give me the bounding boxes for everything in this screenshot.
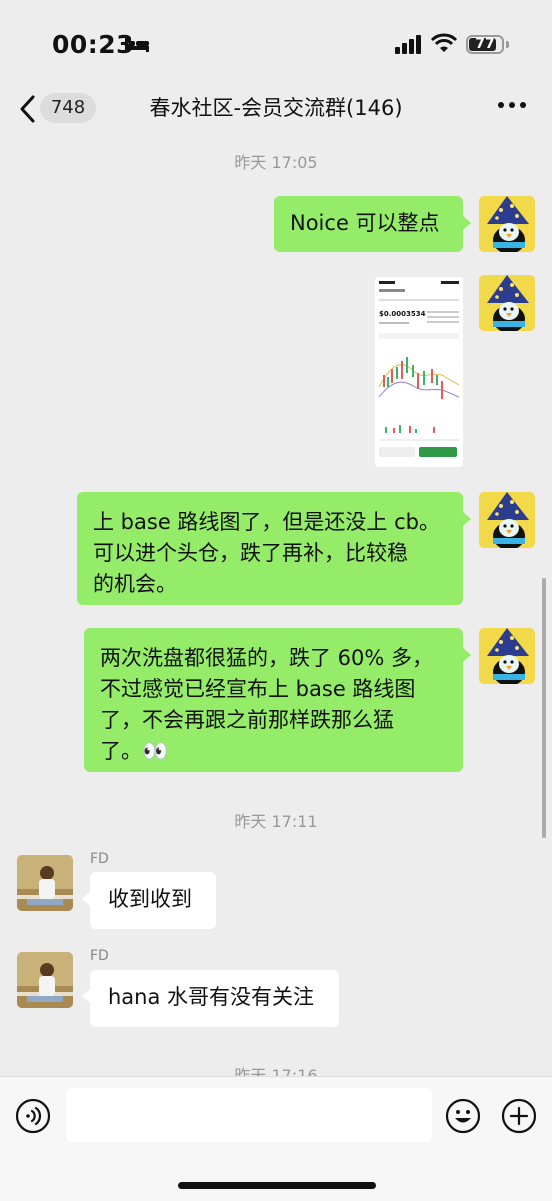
wizard-penguin-avatar-icon: [479, 492, 535, 548]
status-time: 00:23: [52, 30, 135, 59]
person-photo-avatar-icon: [17, 855, 73, 911]
home-indicator[interactable]: [178, 1182, 376, 1189]
screenshot-price-text: $0.0003534: [379, 310, 426, 318]
battery-level: 77: [475, 36, 495, 52]
avatar[interactable]: [17, 855, 73, 911]
back-chevron-icon[interactable]: [18, 94, 38, 124]
message-bubble-outgoing[interactable]: 两次洗盘都很猛的，跌了 60% 多， 不过感觉已经宣布上 base 路线图 了，…: [84, 628, 463, 772]
timestamp: 昨天 17:16: [234, 1066, 318, 1076]
shared-screenshot-image[interactable]: $0.0003534: [375, 277, 463, 467]
price-chart-thumbnail: [375, 277, 463, 467]
message-bubble-outgoing[interactable]: 上 base 路线图了，但是还没上 cb。 可以进个头仓，跌了再补，比较稳 的机…: [77, 492, 463, 605]
sleep-focus-icon: [125, 36, 149, 52]
avatar[interactable]: [479, 196, 535, 252]
unread-count-badge[interactable]: 748: [40, 93, 96, 123]
wizard-penguin-avatar-icon: [479, 275, 535, 331]
avatar[interactable]: [17, 952, 73, 1008]
wifi-icon: [431, 33, 457, 52]
sender-name: FD: [90, 851, 109, 867]
avatar[interactable]: [479, 628, 535, 684]
chat-header: 748 春水社区-会员交流群(146): [0, 84, 552, 134]
page-title: 春水社区-会员交流群(146): [149, 96, 403, 120]
message-input[interactable]: [66, 1088, 432, 1142]
more-icon[interactable]: [497, 100, 527, 110]
wizard-penguin-avatar-icon: [479, 196, 535, 252]
scrollbar[interactable]: [542, 578, 546, 838]
message-list[interactable]: 昨天 17:05 Noice 可以整点 $0.0003534 上 base 路线…: [0, 134, 552, 1076]
message-bubble-incoming[interactable]: hana 水哥有没有关注: [90, 970, 339, 1027]
message-bubble-outgoing[interactable]: Noice 可以整点: [274, 196, 463, 252]
status-bar: 00:23 77: [0, 0, 552, 90]
emoji-icon[interactable]: [445, 1098, 481, 1134]
avatar[interactable]: [479, 492, 535, 548]
battery-indicator: 77: [466, 35, 504, 54]
avatar[interactable]: [479, 275, 535, 331]
message-bubble-incoming[interactable]: 收到收到: [90, 872, 216, 929]
sender-name: FD: [90, 948, 109, 964]
plus-icon[interactable]: [501, 1098, 537, 1134]
wizard-penguin-avatar-icon: [479, 628, 535, 684]
person-photo-avatar-icon: [17, 952, 73, 1008]
voice-icon[interactable]: [15, 1098, 51, 1134]
cellular-signal-icon: [395, 35, 421, 54]
timestamp: 昨天 17:05: [234, 153, 318, 172]
timestamp: 昨天 17:11: [234, 812, 318, 831]
